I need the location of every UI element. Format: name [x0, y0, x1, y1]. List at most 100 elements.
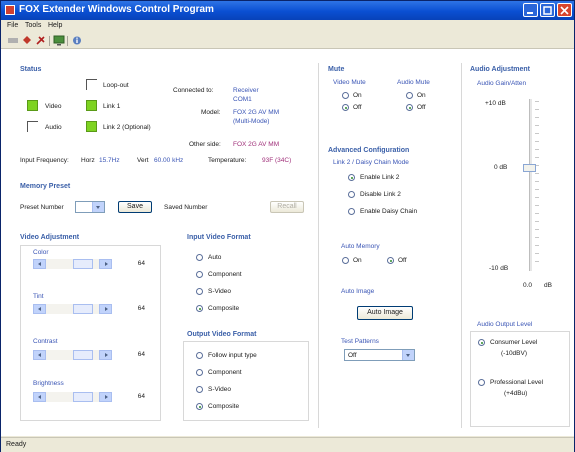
output-format-component-radio[interactable] — [196, 369, 203, 376]
audio-mute-on-radio[interactable] — [406, 92, 413, 99]
mute-header: Mute — [328, 66, 345, 73]
settings-icon[interactable] — [35, 35, 47, 46]
close-button[interactable] — [557, 3, 572, 17]
output-format-follow-radio[interactable] — [196, 352, 203, 359]
disconnect-icon[interactable] — [7, 35, 19, 46]
output-format-component-label: Component — [208, 369, 242, 376]
menu-tools[interactable]: Tools — [25, 22, 41, 29]
horz-label: Horz — [81, 157, 95, 164]
disable-link2-label: Disable Link 2 — [360, 191, 401, 198]
disable-link2-radio[interactable] — [348, 191, 355, 198]
audio-gain-value: 0.0 — [523, 282, 533, 289]
temperature-value: 93F (34C) — [262, 157, 292, 164]
video-mute-off-radio[interactable] — [342, 104, 349, 111]
input-format-composite-label: Composite — [208, 305, 240, 312]
audio-gain-slider[interactable] — [518, 99, 542, 274]
menu-file[interactable]: File — [7, 22, 18, 29]
auto-memory-on-radio[interactable] — [342, 257, 349, 264]
auto-memory-off-label: Off — [398, 257, 407, 264]
contrast-slider[interactable] — [33, 350, 112, 360]
audio-adjustment-header: Audio Adjustment — [470, 66, 531, 73]
auto-memory-off-radio[interactable] — [387, 257, 394, 264]
input-format-component-radio[interactable] — [196, 271, 203, 278]
consumer-level-radio[interactable] — [478, 339, 485, 346]
title-bar[interactable]: FOX Extender Windows Control Program — [1, 1, 574, 20]
video-mute-on-label: On — [353, 92, 362, 99]
menu-help[interactable]: Help — [48, 22, 62, 29]
slider-left-icon — [33, 350, 46, 360]
output-format-composite-radio[interactable] — [196, 403, 203, 410]
consumer-level-label: Consumer Level — [490, 339, 538, 346]
temperature-label: Temperature: — [208, 157, 247, 164]
chevron-down-icon — [92, 202, 104, 212]
input-frequency-label: Input Frequency: — [20, 157, 69, 164]
window-title: FOX Extender Windows Control Program — [19, 4, 214, 15]
auto-image-label: Auto Image — [341, 288, 375, 295]
test-patterns-label: Test Patterns — [341, 338, 379, 345]
input-format-svideo-radio[interactable] — [196, 288, 203, 295]
status-bar: Ready — [1, 437, 574, 452]
audio-mute-off-radio[interactable] — [406, 104, 413, 111]
slider-right-icon — [99, 259, 112, 269]
slider-right-icon — [99, 350, 112, 360]
link2-label: Link 2 (Optional) — [103, 124, 151, 131]
about-icon[interactable] — [71, 35, 83, 46]
maximize-button[interactable] — [540, 3, 555, 17]
video-mute-on-radio[interactable] — [342, 92, 349, 99]
input-format-component-label: Component — [208, 271, 242, 278]
audio-output-level-label: Audio Output Level — [477, 321, 533, 328]
model-value: FOX 2G AV MM — [233, 109, 280, 116]
vert-value: 60.00 kHz — [154, 157, 184, 164]
status-text: Ready — [6, 441, 27, 448]
slider-thumb[interactable] — [523, 164, 536, 172]
connected-to-label: Connected to: — [173, 87, 214, 94]
connected-to-value: Receiver — [233, 87, 259, 94]
save-button[interactable]: Save — [118, 201, 152, 213]
video-adjustment-header: Video Adjustment — [20, 234, 80, 241]
tint-slider[interactable] — [33, 304, 112, 314]
color-label: Color — [33, 249, 49, 256]
audio-gain-unit: dB — [544, 282, 552, 289]
app-icon — [5, 5, 15, 15]
input-video-format-header: Input Video Format — [187, 234, 251, 241]
com-port-value: COM1 — [233, 96, 252, 103]
app-window: FOX Extender Windows Control Program Fil… — [0, 0, 575, 452]
professional-level-label: Professional Level — [490, 379, 544, 386]
minimize-button[interactable] — [523, 3, 538, 17]
output-format-svideo-radio[interactable] — [196, 386, 203, 393]
enable-daisy-chain-radio[interactable] — [348, 208, 355, 215]
recall-button[interactable]: Recall — [270, 201, 304, 213]
connect-icon[interactable] — [21, 35, 33, 46]
preset-number-select[interactable] — [75, 201, 105, 213]
input-format-svideo-label: S-Video — [208, 288, 232, 295]
column-divider — [318, 63, 319, 428]
status-header: Status — [20, 66, 42, 73]
menu-bar: File Tools Help — [1, 20, 574, 33]
link2-led — [86, 121, 97, 132]
test-patterns-select[interactable]: Off — [344, 349, 415, 361]
contrast-value: 64 — [137, 351, 145, 358]
brightness-label: Brightness — [33, 380, 64, 387]
slider-left-icon — [33, 392, 46, 402]
enable-link2-radio[interactable] — [348, 174, 355, 181]
enable-daisy-chain-label: Enable Daisy Chain — [360, 208, 418, 215]
auto-memory-label: Auto Memory — [341, 243, 380, 250]
video-mute-label: Video Mute — [333, 79, 366, 86]
model-mode-value: (Multi-Mode) — [233, 118, 270, 125]
monitor-icon[interactable] — [53, 35, 65, 46]
auto-image-button[interactable]: Auto Image — [357, 306, 413, 320]
slider-ticks — [535, 101, 539, 269]
color-slider[interactable] — [33, 259, 112, 269]
slider-right-icon — [99, 304, 112, 314]
brightness-slider[interactable] — [33, 392, 112, 402]
loopout-label: Loop-out — [103, 82, 129, 89]
link1-led — [86, 100, 97, 111]
color-value: 64 — [137, 260, 145, 267]
professional-level-value: (+4dBu) — [504, 390, 528, 397]
professional-level-radio[interactable] — [478, 379, 485, 386]
input-format-auto-radio[interactable] — [196, 254, 203, 261]
model-label: Model: — [201, 109, 221, 116]
link1-label: Link 1 — [103, 103, 121, 110]
input-format-composite-radio[interactable] — [196, 305, 203, 312]
enable-link2-label: Enable Link 2 — [360, 174, 400, 181]
